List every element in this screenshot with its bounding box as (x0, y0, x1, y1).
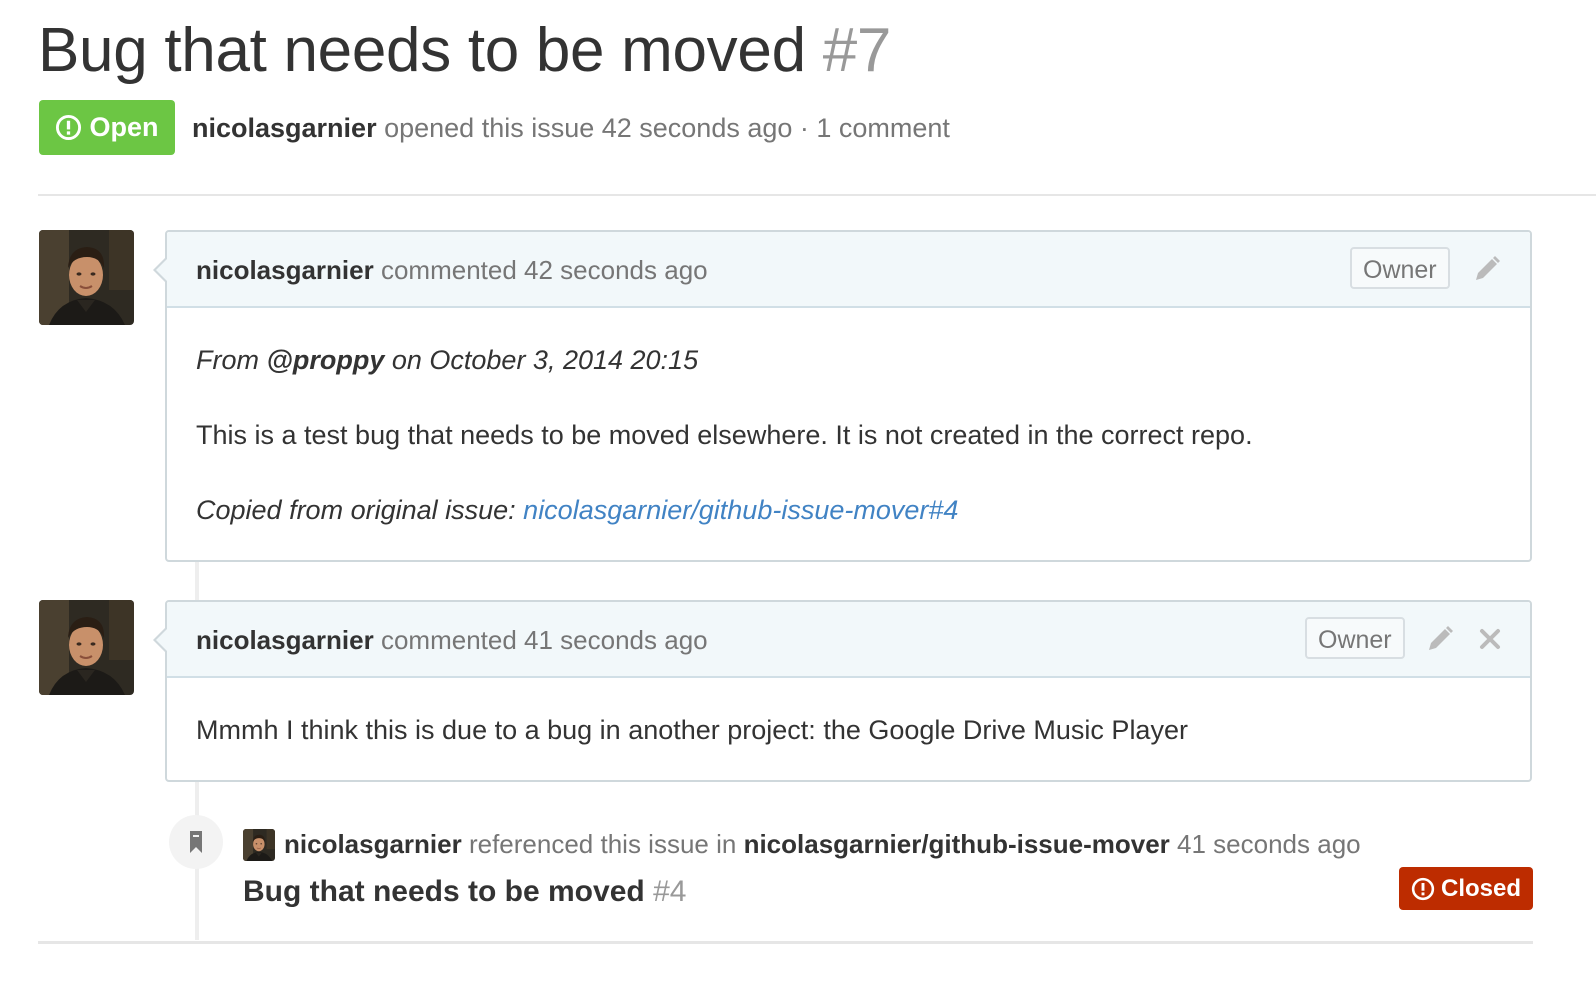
avatar[interactable] (39, 600, 134, 695)
comment-paragraph: This is a test bug that needs to be move… (196, 420, 1253, 450)
referenced-issue-number[interactable]: #4 (653, 875, 686, 908)
original-issue-link[interactable]: nicolasgarnier/github-issue-mover#4 (523, 495, 958, 525)
pencil-icon[interactable] (1423, 622, 1457, 656)
bookmark-icon (190, 831, 202, 853)
issue-author-link[interactable]: nicolasgarnier (192, 113, 377, 143)
issue-state-badge: Open (39, 100, 175, 155)
comment-from-line: From @proppy on October 3, 2014 20:15 (196, 342, 698, 378)
from-suffix: on October 3, 2014 20:15 (391, 345, 699, 375)
comment-header: nicolasgarnier commented 41 seconds ago … (153, 602, 1530, 678)
issue-meta-text: opened this issue 42 seconds ago · 1 com… (384, 113, 950, 143)
referenced-issue-link[interactable]: Bug that needs to be moved #4 (243, 872, 686, 912)
owner-badge: Owner (1305, 617, 1405, 659)
copied-prefix: Copied from original issue: (196, 495, 516, 525)
comment-timestamp[interactable]: commented 41 seconds ago (381, 625, 708, 655)
comment-paragraph: Mmmh I think this is due to a bug in ano… (196, 715, 1188, 745)
issue-title-text: Bug that needs to be moved (38, 16, 806, 85)
timeline-line (195, 562, 199, 600)
comment-author-link[interactable]: nicolasgarnier (196, 255, 374, 285)
issue-meta: nicolasgarnier opened this issue 42 seco… (192, 108, 950, 148)
reference-actor-link[interactable]: nicolasgarnier (284, 829, 462, 859)
referenced-issue-title[interactable]: Bug that needs to be moved (243, 875, 645, 908)
comment-box: nicolasgarnier commented 41 seconds ago … (153, 600, 1532, 782)
reference-time[interactable]: 41 seconds ago (1177, 829, 1361, 859)
comment-timestamp[interactable]: commented 42 seconds ago (381, 255, 708, 285)
reference-event-badge (169, 815, 223, 869)
reference-action: referenced this issue in (468, 829, 737, 859)
pencil-icon[interactable] (1470, 252, 1504, 286)
issue-number: #7 (822, 16, 892, 85)
copied-from-line: Copied from original issue: nicolasgarni… (196, 492, 958, 528)
comment-header-text: nicolasgarnier commented 41 seconds ago (196, 622, 708, 658)
comment-header: nicolasgarnier commented 42 seconds ago … (153, 232, 1530, 308)
owner-badge: Owner (1350, 247, 1450, 289)
closed-state-badge: Closed (1399, 867, 1533, 910)
avatar[interactable] (243, 829, 275, 861)
reference-repo-link[interactable]: nicolasgarnier/github-issue-mover (744, 829, 1170, 859)
close-icon[interactable] (1473, 622, 1507, 656)
comment-box: nicolasgarnier commented 42 seconds ago … (153, 230, 1532, 562)
closed-state-label: Closed (1440, 874, 1521, 902)
alert-circle-icon (1411, 877, 1435, 900)
reference-event-text: nicolasgarnier referenced this issue in … (284, 825, 1361, 863)
issue-state-label: Open (89, 112, 159, 142)
comment-header-text: nicolasgarnier commented 42 seconds ago (196, 252, 708, 288)
header-divider (38, 194, 1596, 196)
comment-author-link[interactable]: nicolasgarnier (196, 625, 374, 655)
user-mention-link[interactable]: @proppy (267, 345, 385, 375)
alert-circle-icon (56, 114, 82, 141)
issue-title: Bug that needs to be moved #7 (38, 14, 891, 88)
from-prefix: From (196, 345, 259, 375)
avatar[interactable] (39, 230, 134, 325)
bottom-divider (38, 941, 1533, 944)
